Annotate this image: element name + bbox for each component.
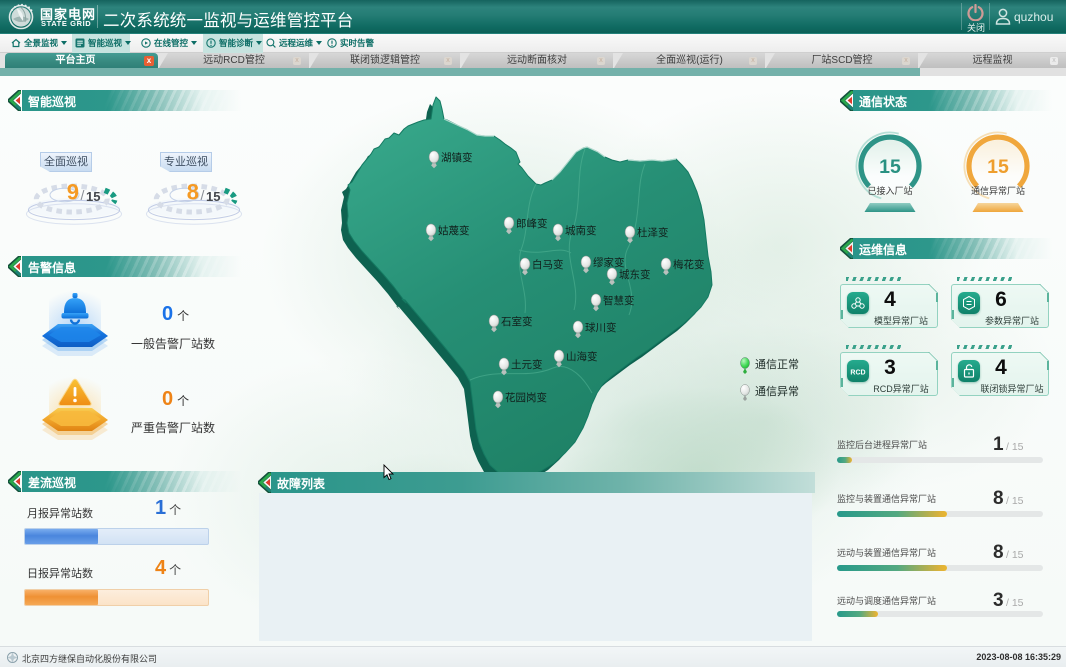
svg-text:梅花变: 梅花变: [673, 258, 705, 271]
svg-text:城东变: 城东变: [619, 268, 651, 281]
svg-text:智慧变: 智慧变: [603, 294, 635, 307]
svg-text:15: 15: [86, 189, 100, 204]
svg-text:白马变: 白马变: [532, 258, 564, 271]
svg-text:/: /: [81, 187, 85, 203]
svg-text:杜泽变: 杜泽变: [637, 226, 669, 239]
svg-text:缪家变: 缪家变: [593, 256, 625, 269]
svg-text:湖镇变: 湖镇变: [441, 151, 473, 164]
svg-text:球川变: 球川变: [585, 321, 617, 334]
svg-text:15: 15: [206, 189, 220, 204]
svg-text:通信正常: 通信正常: [755, 358, 799, 371]
svg-text:8: 8: [187, 180, 199, 205]
svg-text:山海变: 山海变: [566, 350, 598, 363]
svg-text:15: 15: [879, 156, 901, 178]
svg-text:15: 15: [987, 156, 1009, 178]
svg-text:土元变: 土元变: [511, 358, 543, 371]
svg-text:姑蔑变: 姑蔑变: [438, 224, 470, 237]
svg-text:石室变: 石室变: [501, 315, 533, 328]
svg-text:城南变: 城南变: [565, 224, 597, 237]
svg-text:郎峰变: 郎峰变: [516, 217, 548, 230]
svg-text:9: 9: [67, 180, 79, 205]
svg-text:通信异常: 通信异常: [755, 385, 799, 398]
svg-text:花园岗变: 花园岗变: [505, 391, 547, 404]
svg-text:/: /: [201, 187, 205, 203]
